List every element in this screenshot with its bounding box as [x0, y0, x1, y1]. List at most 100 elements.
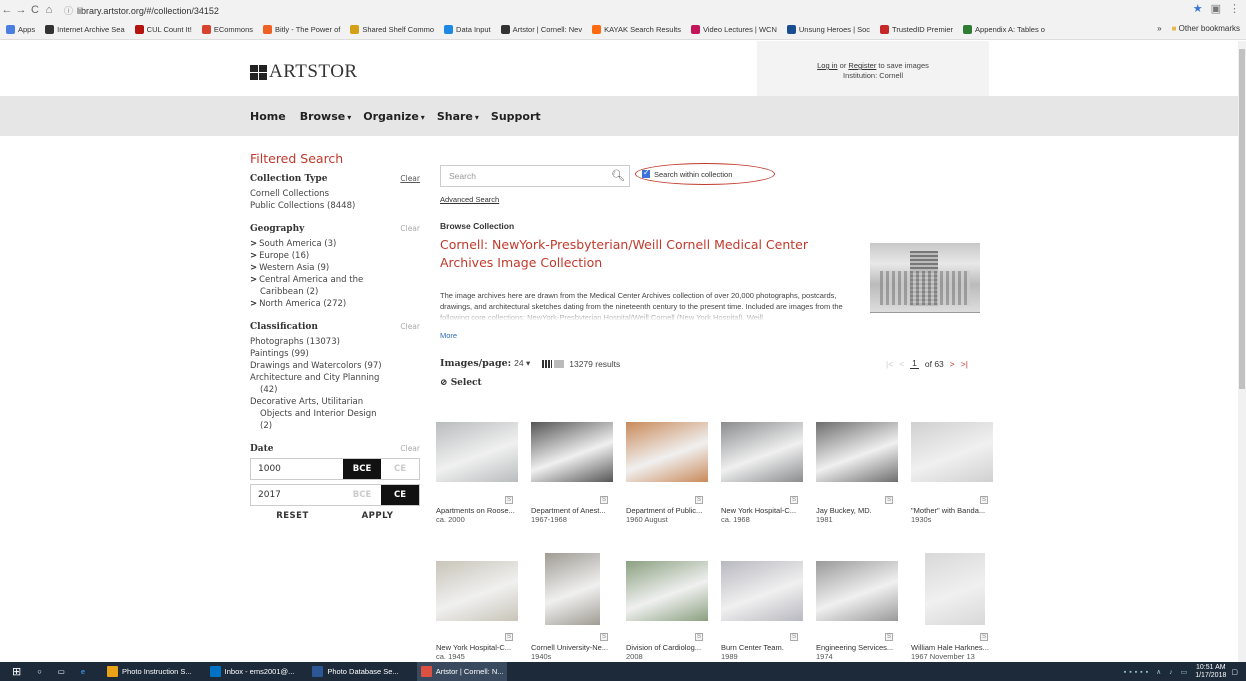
- thumbnail-image[interactable]: [545, 553, 600, 625]
- taskbar-app[interactable]: Artstor | Cornell: N...: [416, 662, 508, 681]
- bookmark-item[interactable]: Apps: [6, 25, 35, 34]
- thumbnail-image[interactable]: [626, 561, 708, 621]
- back-icon[interactable]: ←: [0, 4, 14, 16]
- home-icon[interactable]: ⌂: [42, 4, 56, 16]
- bookmark-item[interactable]: KAYAK Search Results: [592, 25, 681, 34]
- thumbnail-title[interactable]: William Hale Harknes...: [911, 643, 996, 652]
- s-badge-icon[interactable]: S: [980, 633, 988, 641]
- bookmark-item[interactable]: Internet Archive Sea: [45, 25, 125, 34]
- s-badge-icon[interactable]: S: [885, 496, 893, 504]
- clear-collection-type-link[interactable]: Clear: [400, 174, 420, 183]
- edge-icon[interactable]: e: [81, 667, 85, 676]
- thumbnail-image[interactable]: [626, 422, 708, 482]
- advanced-search-link[interactable]: Advanced Search: [440, 195, 499, 204]
- s-badge-icon[interactable]: S: [980, 496, 988, 504]
- first-page-icon[interactable]: |<: [886, 359, 893, 369]
- search-within-checkbox[interactable]: [642, 168, 650, 178]
- reload-icon[interactable]: C: [28, 4, 42, 16]
- thumbnail-image[interactable]: [436, 422, 518, 482]
- artstor-logo[interactable]: ARTSTOR: [250, 61, 358, 83]
- last-page-icon[interactable]: >|: [961, 359, 968, 369]
- clear-classification-link[interactable]: Clear: [400, 322, 420, 331]
- taskbar-app[interactable]: Photo Instruction S...: [107, 666, 192, 677]
- thumbnail-title[interactable]: Division of Cardiolog...: [626, 643, 711, 652]
- facet-item[interactable]: Public Collections (8448): [250, 200, 420, 212]
- notification-icon[interactable]: ▢: [1231, 668, 1238, 676]
- thumbnail-title[interactable]: Cornell University-Ne...: [531, 643, 616, 652]
- extension-icon[interactable]: ▣: [1211, 2, 1221, 15]
- thumbnail-image[interactable]: [816, 561, 898, 621]
- bookmark-item[interactable]: Bitly - The Power of: [263, 25, 340, 34]
- menu-icon[interactable]: ⋮: [1229, 2, 1240, 15]
- taskbar-app[interactable]: Photo Database Se...: [312, 666, 399, 677]
- s-badge-icon[interactable]: S: [600, 496, 608, 504]
- s-badge-icon[interactable]: S: [790, 633, 798, 641]
- bookmark-item[interactable]: CUL Count It!: [134, 25, 192, 34]
- images-per-page-select[interactable]: 24 ▾: [514, 358, 530, 369]
- apply-button[interactable]: APPLY: [335, 511, 420, 521]
- start-bce-toggle[interactable]: BCE: [343, 459, 381, 479]
- start-date-input[interactable]: 1000: [251, 459, 343, 479]
- thumbnail-title[interactable]: Department of Anest...: [531, 506, 616, 515]
- nav-item-home[interactable]: Home: [250, 110, 288, 123]
- thumbnail-title[interactable]: Department of Public...: [626, 506, 711, 515]
- bookmark-item[interactable]: Video Lectures | WCN: [690, 25, 777, 34]
- next-page-icon[interactable]: >: [950, 359, 955, 369]
- thumbnail-image[interactable]: [911, 422, 993, 482]
- thumbnail-image[interactable]: [721, 422, 803, 482]
- facet-item[interactable]: > South America (3): [250, 238, 420, 250]
- start-icon[interactable]: ⊞: [12, 665, 21, 678]
- nav-item-browse[interactable]: Browse ▾: [300, 110, 352, 123]
- other-bookmarks-folder[interactable]: ■ Other bookmarks: [1172, 24, 1240, 33]
- thumbnail-title[interactable]: Burn Center Team.: [721, 643, 806, 652]
- s-badge-icon[interactable]: S: [505, 633, 513, 641]
- s-badge-icon[interactable]: S: [695, 633, 703, 641]
- facet-item[interactable]: Paintings (99): [250, 348, 420, 360]
- select-button[interactable]: ⊘ Select: [440, 378, 482, 388]
- bookmark-item[interactable]: Appendix A: Tables o: [963, 25, 1045, 34]
- nav-item-support[interactable]: Support: [491, 110, 543, 123]
- register-link[interactable]: Register: [848, 61, 876, 70]
- s-badge-icon[interactable]: S: [790, 496, 798, 504]
- search-taskbar-icon[interactable]: ○: [37, 667, 42, 676]
- taskbar-app[interactable]: Inbox - ems2001@...: [209, 666, 294, 677]
- nav-item-share[interactable]: Share ▾: [437, 110, 479, 123]
- scrollbar-thumb[interactable]: [1239, 49, 1245, 389]
- s-badge-icon[interactable]: S: [885, 633, 893, 641]
- facet-item[interactable]: > Europe (16): [250, 250, 420, 262]
- thumbnail-title[interactable]: "Mother" with Banda...: [911, 506, 996, 515]
- thumbnail-title[interactable]: Engineering Services...: [816, 643, 901, 652]
- reset-button[interactable]: RESET: [250, 511, 335, 521]
- list-view-icon[interactable]: [554, 359, 565, 368]
- facet-item[interactable]: Drawings and Watercolors (97): [250, 360, 420, 372]
- facet-item[interactable]: > North America (272): [250, 298, 420, 310]
- address-bar[interactable]: ⓘ library.artstor.org/#/collection/34152: [64, 4, 219, 17]
- s-badge-icon[interactable]: S: [695, 496, 703, 504]
- search-icon[interactable]: 🔍︎: [611, 169, 625, 182]
- search-within-collection-option[interactable]: Search within collection: [635, 163, 775, 185]
- facet-item[interactable]: > Western Asia (9): [250, 262, 420, 274]
- thumbnail-title[interactable]: New York Hospital-C...: [436, 643, 521, 652]
- task-view-icon[interactable]: ▭: [58, 667, 65, 676]
- bookmark-item[interactable]: Artstor | Cornell: Nev: [500, 25, 582, 34]
- login-link[interactable]: Log in: [817, 61, 837, 70]
- thumbnail-title[interactable]: Apartments on Roose...: [436, 506, 521, 515]
- more-link[interactable]: More: [440, 331, 457, 340]
- facet-item[interactable]: Decorative Arts, Utilitarian: [250, 396, 420, 408]
- end-bce-toggle[interactable]: BCE: [343, 485, 381, 505]
- facet-item[interactable]: Architecture and City Planning: [250, 372, 420, 384]
- s-badge-icon[interactable]: S: [505, 496, 513, 504]
- thumbnail-image[interactable]: [531, 422, 613, 482]
- thumbnail-title[interactable]: New York Hospital-C...: [721, 506, 806, 515]
- clear-date-link[interactable]: Clear: [400, 444, 420, 453]
- nav-item-organize[interactable]: Organize ▾: [363, 110, 425, 123]
- thumbnail-image[interactable]: [816, 422, 898, 482]
- thumbnail-image[interactable]: [436, 561, 518, 621]
- end-ce-toggle[interactable]: CE: [381, 485, 419, 505]
- bookmark-star-icon[interactable]: ★: [1193, 2, 1203, 15]
- thumbnail-image[interactable]: [721, 561, 803, 621]
- bookmarks-more-button[interactable]: »: [1157, 24, 1161, 33]
- forward-icon[interactable]: →: [14, 4, 28, 16]
- end-date-input[interactable]: 2017: [251, 485, 343, 505]
- s-badge-icon[interactable]: S: [600, 633, 608, 641]
